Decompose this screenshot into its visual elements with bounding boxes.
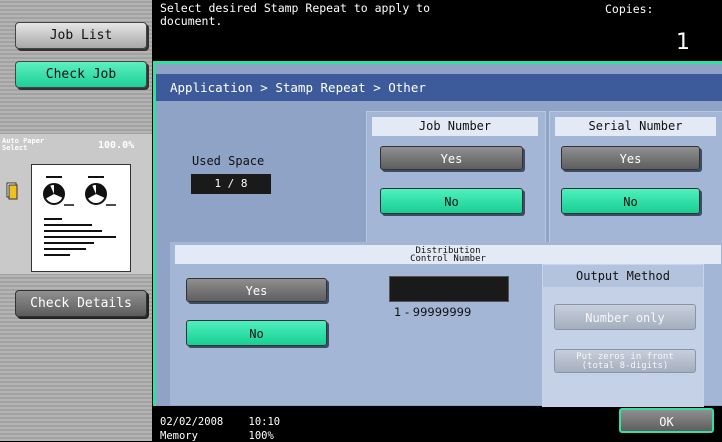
zeros-in-front-button[interactable]: Put zeros in front (total 8-digits) (554, 349, 696, 373)
footer-memory: Memory 100% (160, 430, 274, 442)
serial-number-group: Serial Number Yes No (549, 111, 722, 260)
job-number-group: Job Number Yes No (366, 111, 546, 260)
output-method-options: Number only Put zeros in front (total 8-… (543, 287, 703, 406)
job-number-no-button[interactable]: No (380, 188, 523, 214)
output-method-group: Output Method Number only Put zeros in f… (542, 264, 704, 407)
screen: Job List Check Job Auto Paper Select 100… (0, 0, 722, 442)
used-space-label: Used Space (192, 154, 265, 168)
distribution-range: 1 - 99999999 (394, 305, 472, 319)
serial-number-no-button[interactable]: No (561, 188, 700, 214)
breadcrumb: Application > Stamp Repeat > Other (156, 74, 722, 101)
number-only-button[interactable]: Number only (554, 304, 696, 330)
distribution-number-field[interactable] (389, 276, 509, 302)
instruction-message: Select desired Stamp Repeat to apply to … (160, 1, 431, 28)
job-list-button[interactable]: Job List (15, 22, 147, 49)
zoom-value: 100.0% (98, 140, 135, 151)
copies-value: 1 (676, 30, 690, 55)
paper-select-label: Auto Paper Select (2, 137, 45, 152)
main-panel: Application > Stamp Repeat > Other Used … (153, 61, 722, 407)
job-number-title: Job Number (372, 117, 538, 136)
output-method-title: Output Method (576, 269, 670, 283)
footer-datetime: 02/02/2008 10:10 (160, 416, 281, 428)
used-space-value: 1 / 8 (191, 174, 271, 194)
distribution-no-button[interactable]: No (186, 320, 327, 346)
distribution-control-group: Distribution Control Number Yes No 1 - 9… (170, 242, 722, 407)
serial-number-yes-button[interactable]: Yes (561, 146, 700, 170)
paper-preview-area: Auto Paper Select 100.0% (0, 134, 152, 274)
paper-tray-icon (6, 182, 18, 200)
page-preview (31, 164, 131, 272)
check-details-button[interactable]: Check Details (15, 290, 147, 317)
job-number-yes-button[interactable]: Yes (380, 146, 523, 170)
document-thumbnail-icon (43, 176, 116, 256)
distribution-title: Distribution Control Number (175, 245, 721, 264)
ok-button[interactable]: OK (619, 408, 714, 433)
distribution-yes-button[interactable]: Yes (186, 278, 327, 302)
check-job-button[interactable]: Check Job (15, 61, 147, 88)
serial-number-title: Serial Number (555, 117, 716, 136)
copies-label: Copies: (605, 2, 654, 16)
left-sidebar: Job List Check Job Auto Paper Select 100… (0, 0, 152, 441)
